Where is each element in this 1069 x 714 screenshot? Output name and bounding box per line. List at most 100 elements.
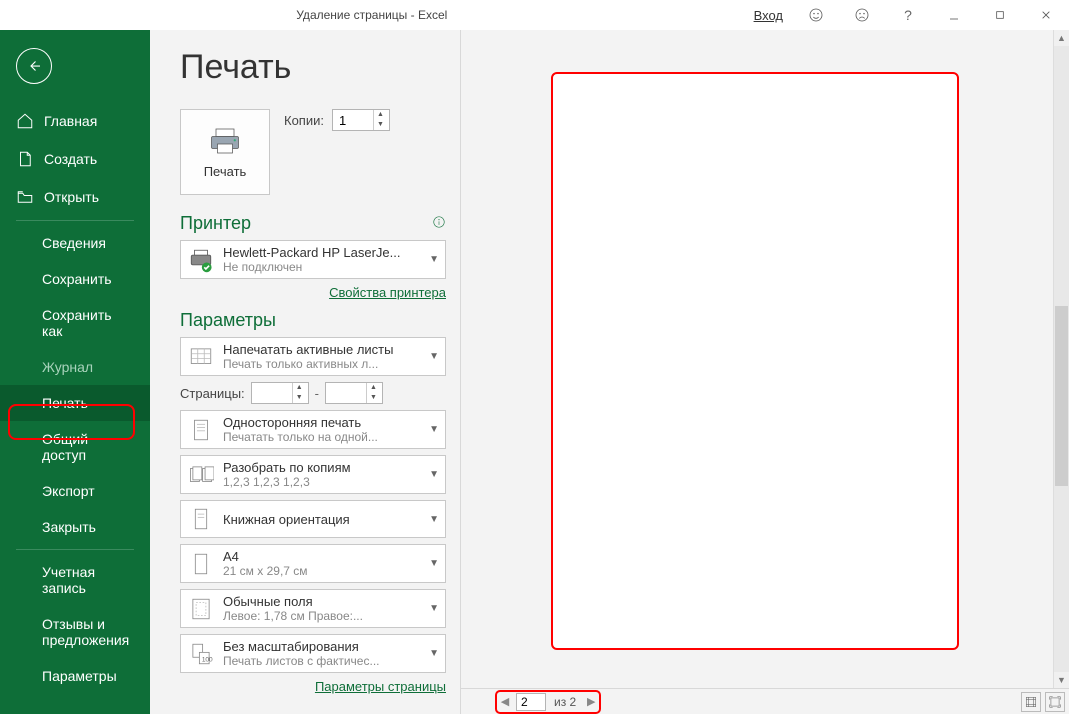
nav-export[interactable]: Экспорт [0,473,150,509]
minimize-button[interactable] [931,0,977,30]
spin-down-icon[interactable]: ▼ [374,120,387,130]
paper-size-title: A4 [223,549,421,564]
chevron-down-icon: ▼ [429,514,439,525]
page-navigator: ◀ из 2 ▶ [495,690,601,714]
nav-history: Журнал [0,349,150,385]
chevron-down-icon: ▼ [429,558,439,569]
nav-options-label: Параметры [42,668,117,684]
nav-new[interactable]: Создать [0,140,150,178]
window-title: Удаление страницы - Excel [0,8,744,22]
sides-title: Односторонняя печать [223,415,421,430]
show-margins-button[interactable] [1021,692,1041,712]
copies-input[interactable] [333,111,373,130]
print-button[interactable]: Печать [180,109,270,195]
nav-separator [16,220,134,221]
help-icon[interactable]: ? [885,0,931,30]
spin-up-icon[interactable]: ▲ [374,110,387,120]
scaling-sub: Печать листов с фактичес... [223,654,421,668]
login-link[interactable]: Вход [744,8,793,23]
sheets-icon [187,343,215,371]
params-section-title: Параметры [180,310,446,331]
backstage-sidebar: Главная Создать Открыть Сведения Сохрани… [0,30,150,714]
sides-dropdown[interactable]: Односторонняя печать Печатать только на … [180,410,446,449]
total-pages-label: из 2 [550,695,580,709]
nav-separator-2 [16,549,134,550]
scaling-dropdown[interactable]: 100 Без масштабирования Печать листов с … [180,634,446,673]
printer-properties-link[interactable]: Свойства принтера [329,285,446,300]
nav-feedback-label: Отзывы и предложения [42,616,134,648]
margins-sub: Левое: 1,78 см Правое:... [223,609,421,623]
collate-title: Разобрать по копиям [223,460,421,475]
scroll-up-icon[interactable]: ▲ [1054,30,1069,46]
chevron-down-icon: ▼ [429,648,439,659]
nav-close-label: Закрыть [42,519,96,535]
zoom-to-page-button[interactable] [1045,692,1065,712]
printer-status-icon [187,246,215,274]
nav-open-label: Открыть [44,189,99,205]
paper-size-sub: 21 см x 29,7 см [223,564,421,578]
nav-account-label: Учетная запись [42,564,134,596]
scaling-title: Без масштабирования [223,639,421,654]
info-icon[interactable] [432,213,446,234]
nav-home[interactable]: Главная [0,102,150,140]
back-button[interactable] [16,48,52,84]
margins-dropdown[interactable]: Обычные поля Левое: 1,78 см Правое:... ▼ [180,589,446,628]
current-page-input[interactable] [516,693,546,711]
nav-home-label: Главная [44,113,97,129]
close-button[interactable] [1023,0,1069,30]
nav-feedback[interactable]: Отзывы и предложения [0,606,150,658]
nav-history-label: Журнал [42,359,93,375]
orientation-dropdown[interactable]: Книжная ориентация ▼ [180,500,446,538]
next-page-button[interactable]: ▶ [584,695,598,708]
printer-icon [207,126,243,156]
nav-print[interactable]: Печать [0,385,150,421]
nav-share-label: Общий доступ [42,431,134,463]
pages-from-input[interactable] [252,384,292,403]
sides-sub: Печатать только на одной... [223,430,421,444]
chevron-down-icon: ▼ [429,603,439,614]
chevron-down-icon: ▼ [429,351,439,362]
nav-info-label: Сведения [42,235,106,251]
orientation-title: Книжная ориентация [223,512,421,527]
scroll-track[interactable] [1054,46,1069,672]
nav-saveas[interactable]: Сохранить как [0,297,150,349]
page-setup-link[interactable]: Параметры страницы [315,679,446,694]
pages-to-spinner[interactable]: ▲▼ [325,382,383,404]
collate-dropdown[interactable]: Разобрать по копиям 1,2,3 1,2,3 1,2,3 ▼ [180,455,446,494]
print-button-label: Печать [204,164,247,179]
nav-open[interactable]: Открыть [0,178,150,216]
nav-save-label: Сохранить [42,271,112,287]
face-frown-icon[interactable] [839,0,885,30]
maximize-button[interactable] [977,0,1023,30]
pages-label: Страницы: [180,386,245,401]
paper-size-dropdown[interactable]: A4 21 см x 29,7 см ▼ [180,544,446,583]
nav-save[interactable]: Сохранить [0,261,150,297]
spin-up-icon[interactable]: ▲ [293,383,306,393]
collate-icon [187,461,215,489]
scroll-down-icon[interactable]: ▼ [1054,672,1069,688]
nav-export-label: Экспорт [42,483,95,499]
nav-share[interactable]: Общий доступ [0,421,150,473]
spin-down-icon[interactable]: ▼ [293,393,306,403]
pages-to-input[interactable] [326,384,366,403]
print-preview-area: ▲ ▼ ◀ из 2 ▶ [460,30,1069,714]
copies-spinner[interactable]: ▲▼ [332,109,390,131]
face-smile-icon[interactable] [793,0,839,30]
print-what-sub: Печать только активных л... [223,357,421,371]
print-what-title: Напечатать активные листы [223,342,421,357]
svg-text:100: 100 [202,656,213,663]
vertical-scrollbar[interactable]: ▲ ▼ [1053,30,1069,688]
nav-options[interactable]: Параметры [0,658,150,694]
pages-from-spinner[interactable]: ▲▼ [251,382,309,404]
prev-page-button[interactable]: ◀ [498,695,512,708]
spin-up-icon[interactable]: ▲ [367,383,380,393]
nav-close[interactable]: Закрыть [0,509,150,545]
print-what-dropdown[interactable]: Напечатать активные листы Печать только … [180,337,446,376]
nav-info[interactable]: Сведения [0,225,150,261]
nav-saveas-label: Сохранить как [42,307,134,339]
copies-label: Копии: [284,113,324,128]
spin-down-icon[interactable]: ▼ [367,393,380,403]
nav-account[interactable]: Учетная запись [0,554,150,606]
printer-dropdown[interactable]: Hewlett-Packard HP LaserJe... Не подключ… [180,240,446,279]
scroll-thumb[interactable] [1055,306,1068,486]
